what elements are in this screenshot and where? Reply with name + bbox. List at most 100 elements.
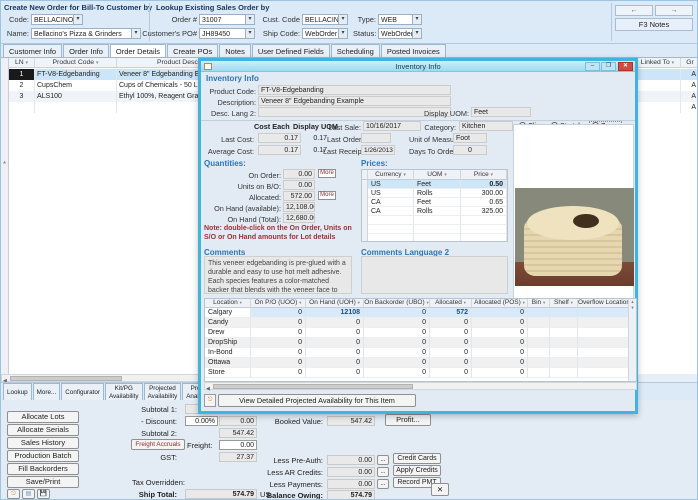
grid-cell[interactable] bbox=[635, 80, 681, 91]
grid-cell[interactable]: 0 bbox=[251, 368, 306, 378]
grid-cell[interactable]: A bbox=[681, 91, 698, 102]
prices-row[interactable] bbox=[362, 234, 507, 242]
grid-cell[interactable] bbox=[578, 358, 629, 368]
scrollbar-thumb[interactable] bbox=[10, 376, 122, 381]
minimize-button[interactable]: – bbox=[585, 62, 600, 71]
save-button[interactable]: 💾 bbox=[37, 489, 50, 499]
location-grid-vscrollbar[interactable]: ▲▼ bbox=[628, 299, 636, 382]
chevron-down-icon[interactable]: ▾ bbox=[338, 29, 347, 38]
grid-cell[interactable] bbox=[461, 234, 507, 242]
prices-row[interactable]: USRolls300.00 bbox=[362, 189, 507, 198]
grid-cell[interactable] bbox=[550, 358, 578, 368]
tab-scheduling[interactable]: Scheduling bbox=[331, 44, 380, 57]
grid-cell[interactable]: 0 bbox=[472, 308, 528, 318]
ship-code-combo[interactable]: WebOrder▾ bbox=[302, 28, 348, 39]
grid-cell[interactable]: Feet bbox=[414, 180, 461, 189]
col-header-linked-to[interactable]: Linked To ▾ bbox=[635, 58, 681, 68]
grid-cell[interactable]: 0 bbox=[472, 328, 528, 338]
apply-credits-button[interactable]: Apply Credits bbox=[393, 465, 441, 476]
status-combo[interactable]: WebOrder▾ bbox=[378, 28, 422, 39]
view-projected-availability-button[interactable]: View Detailed Projected Availability for… bbox=[218, 394, 416, 407]
location-row[interactable]: Calgary01210805720 bbox=[205, 308, 636, 318]
grid-cell[interactable]: 0 bbox=[364, 338, 430, 348]
grid-cell[interactable]: 0 bbox=[364, 308, 430, 318]
quantity-field[interactable]: 12,680.00 bbox=[283, 213, 315, 223]
chevron-down-icon[interactable]: ▾ bbox=[338, 15, 347, 24]
sales-history-button[interactable]: Sales History bbox=[7, 437, 79, 449]
grid-cell[interactable]: 0 bbox=[364, 358, 430, 368]
grid-cell[interactable] bbox=[528, 318, 550, 328]
exit-button[interactable]: ⎋ bbox=[7, 489, 20, 499]
location-col-header[interactable]: On P/O (UOO) ▾ bbox=[251, 299, 306, 308]
next-record-button[interactable]: → bbox=[655, 5, 693, 16]
col-header-gr[interactable]: Gr bbox=[681, 58, 698, 68]
grid-cell[interactable]: 572 bbox=[430, 308, 472, 318]
grid-cell[interactable]: US bbox=[368, 180, 414, 189]
availability-icon-button[interactable]: ⎋ bbox=[204, 394, 216, 407]
chevron-down-icon[interactable]: ▾ bbox=[412, 15, 421, 24]
col-header-product-code[interactable]: Product Code ▾ bbox=[35, 58, 117, 68]
quantity-field[interactable]: 0.00 bbox=[283, 169, 315, 179]
comments-lang2-field[interactable] bbox=[361, 256, 508, 294]
grid-cell[interactable] bbox=[528, 328, 550, 338]
close-button[interactable]: ✕ bbox=[618, 62, 633, 71]
grid-cell[interactable] bbox=[550, 348, 578, 358]
grid-cell[interactable]: 0 bbox=[430, 368, 472, 378]
grid-cell[interactable]: 0 bbox=[251, 338, 306, 348]
grid-cell[interactable]: DropShip bbox=[205, 338, 251, 348]
location-col-header[interactable]: Overflow Location ▾ bbox=[578, 299, 629, 308]
location-row[interactable]: Candy00000 bbox=[205, 318, 636, 328]
col-header-ln[interactable]: LN ▾ bbox=[9, 58, 35, 68]
tab-posted-invoices[interactable]: Posted Invoices bbox=[381, 44, 446, 57]
prices-row[interactable]: CAFeet0.65 bbox=[362, 198, 507, 207]
grid-cell[interactable]: 0.65 bbox=[461, 198, 507, 207]
grid-cell[interactable] bbox=[528, 358, 550, 368]
grid-cell[interactable]: 0 bbox=[472, 348, 528, 358]
grid-cell[interactable]: 1 bbox=[9, 69, 35, 80]
bottom-tab-kit-pg-availability[interactable]: Kit/PGAvailability bbox=[105, 383, 143, 401]
grid-cell[interactable]: 0 bbox=[430, 318, 472, 328]
location-col-header[interactable]: On Backorder (UBO) ▾ bbox=[364, 299, 430, 308]
grid-cell[interactable]: 0 bbox=[364, 368, 430, 378]
grid-cell[interactable] bbox=[35, 102, 117, 113]
grid-cell[interactable]: 0 bbox=[430, 348, 472, 358]
tab-customer-info[interactable]: Customer Info bbox=[3, 44, 62, 57]
freight-accruals-button[interactable]: Freight Accruals bbox=[131, 439, 185, 450]
grid-cell[interactable] bbox=[461, 216, 507, 225]
grid-cell[interactable] bbox=[635, 102, 681, 113]
preauth-ellipsis-button[interactable]: ... bbox=[377, 455, 389, 465]
grid-cell[interactable] bbox=[578, 368, 629, 378]
grid-cell[interactable]: 0 bbox=[251, 358, 306, 368]
prices-col-header[interactable]: Currency ▾ bbox=[368, 170, 414, 180]
location-col-header[interactable]: Shelf ▾ bbox=[550, 299, 578, 308]
grid-cell[interactable]: A bbox=[681, 69, 698, 80]
comments-field[interactable]: This veneer edgebanding is pre-glued wit… bbox=[204, 256, 352, 294]
production-batch-button[interactable]: Production Batch bbox=[7, 450, 79, 462]
grid-cell[interactable] bbox=[414, 234, 461, 242]
location-row[interactable]: In-Bond00000 bbox=[205, 348, 636, 358]
prices-col-header[interactable]: Price ▾ bbox=[461, 170, 507, 180]
location-col-header[interactable]: Location ▾ bbox=[205, 299, 251, 308]
grid-cell[interactable] bbox=[578, 338, 629, 348]
grid-cell[interactable]: 0 bbox=[472, 368, 528, 378]
order-number-combo[interactable]: 31007▾ bbox=[199, 14, 255, 25]
maximize-button[interactable]: ❐ bbox=[601, 62, 616, 71]
more-button[interactable]: More bbox=[318, 169, 336, 178]
profit-button[interactable]: Profit... bbox=[385, 414, 431, 426]
grid-cell[interactable]: 0 bbox=[306, 338, 364, 348]
quantity-field[interactable]: 12,108.00 bbox=[283, 202, 315, 212]
code-combo[interactable]: BELLACINO▾ bbox=[31, 14, 83, 25]
save-print-button[interactable]: Save/Print bbox=[7, 476, 79, 488]
prices-row[interactable]: USFeet0.50 bbox=[362, 180, 507, 189]
grid-cell[interactable]: ALS100 bbox=[35, 91, 117, 102]
grid-cell[interactable]: Rolls bbox=[414, 207, 461, 216]
customer-po-combo[interactable]: JH89450▾ bbox=[199, 28, 255, 39]
prices-row[interactable] bbox=[362, 225, 507, 234]
grid-cell[interactable]: Drew bbox=[205, 328, 251, 338]
grid-cell[interactable]: Store bbox=[205, 368, 251, 378]
grid-cell[interactable] bbox=[578, 348, 629, 358]
quantity-field[interactable]: 572.00 bbox=[283, 191, 315, 201]
grid-cell[interactable]: CA bbox=[368, 198, 414, 207]
grid-cell[interactable] bbox=[9, 102, 35, 113]
grid-cell[interactable] bbox=[550, 318, 578, 328]
